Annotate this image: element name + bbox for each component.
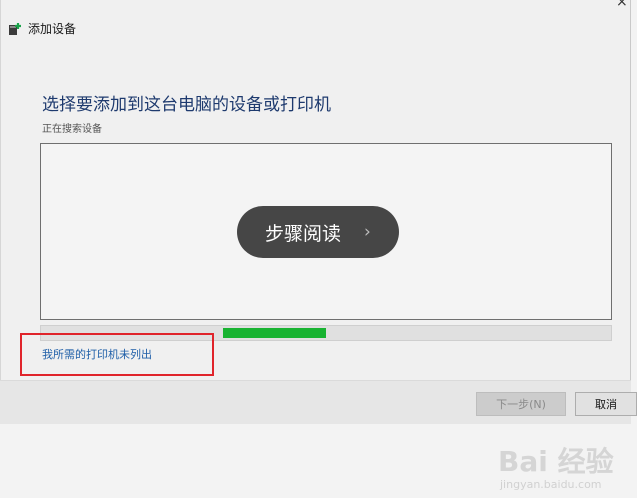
step-reading-label: 步骤阅读 — [265, 223, 342, 245]
next-button[interactable]: 下一步(N) — [476, 392, 566, 416]
window-border — [0, 0, 1, 424]
search-status: 正在搜索设备 — [42, 124, 102, 135]
page-heading: 选择要添加到这台电脑的设备或打印机 — [42, 95, 331, 115]
close-button[interactable]: × — [616, 0, 628, 10]
title-bar: 添加设备 × — [0, 0, 631, 48]
baidu-watermark-url: jingyan.baidu.com — [500, 478, 602, 491]
add-device-icon — [8, 20, 24, 36]
cancel-button[interactable]: 取消 — [575, 392, 637, 416]
window-title: 添加设备 — [28, 22, 77, 36]
highlight-annotation — [20, 333, 214, 376]
progress-fill — [223, 328, 326, 338]
chevron-right-icon: › — [364, 222, 371, 242]
baidu-watermark: Bai 经验 — [498, 445, 614, 478]
step-reading-overlay[interactable]: 步骤阅读 › — [237, 206, 399, 258]
